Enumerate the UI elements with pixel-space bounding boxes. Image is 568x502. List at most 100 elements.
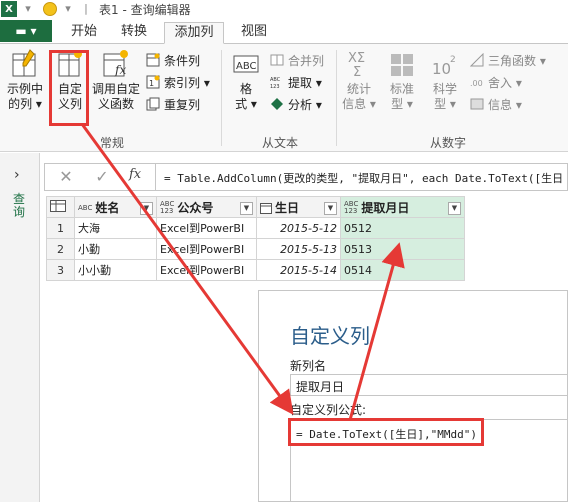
formula-bar: ✕ ✓ fx = Table.AddColumn(更改的类型, "提取月日", … (44, 163, 568, 191)
any-type-icon[interactable]: ABC 123 (344, 201, 358, 215)
filter-dropdown-icon[interactable]: ▼ (240, 201, 253, 215)
table-row: 1 大海 Excel到PowerBI 2015-5-12 0512 (46, 217, 465, 239)
information-label: 信息 ▾ (488, 97, 522, 112)
cell-birthday[interactable]: 2015-5-14 (256, 259, 341, 281)
extract-icon: ABC123 (270, 77, 281, 89)
index-column-label: 索引列 ▾ (164, 75, 210, 90)
ribbon-tab-bar: ▬ ▾ 开始 转换 添加列 视图 (0, 18, 568, 44)
new-column-name-input[interactable]: 提取月日 (290, 374, 568, 396)
row-number[interactable]: 1 (46, 217, 75, 239)
cell-name[interactable]: 大海 (74, 217, 157, 239)
svg-text:Σ: Σ (353, 65, 361, 80)
queries-pane-label[interactable]: 查询 (13, 193, 27, 219)
date-type-icon[interactable] (260, 202, 272, 214)
format-icon: ABC (233, 55, 259, 73)
column-header-label: 提取月日 (361, 200, 410, 215)
quick-access-customize-icon[interactable]: ▾ (61, 2, 75, 16)
trigonometry-button[interactable]: 三角函数 ▾ (470, 50, 546, 70)
column-header-label: 姓名 (95, 200, 120, 215)
triangle-icon (470, 53, 484, 67)
custom-column-dialog: 自定义列 新列名 提取月日 自定义列公式: = Date.ToText([生日]… (258, 290, 568, 502)
format-button[interactable]: ABC 格 式 ▾ (226, 48, 266, 112)
cell-extract-md[interactable]: 0513 (340, 238, 465, 260)
dialog-title: 自定义列 (290, 324, 370, 348)
parse-label: 分析 ▾ (288, 97, 322, 112)
file-menu-button[interactable]: ▬ ▾ (0, 20, 52, 42)
cell-account[interactable]: Excel到PowerBI (156, 217, 257, 239)
extract-label: 提取 ▾ (288, 75, 322, 90)
table-corner-menu[interactable] (46, 196, 75, 218)
column-header-extract-md[interactable]: ABC 123 提取月日 ▼ (340, 196, 465, 218)
table-row: 3 小小勤 Excel到PowerBI 2015-5-14 0514 (46, 259, 465, 281)
svg-text:ABC: ABC (270, 77, 281, 83)
group-label-general: 常规 (100, 136, 125, 150)
rounding-icon: .00 (470, 79, 483, 88)
title-bar: X ▾ ▾ | 表1 - 查询编辑器 (0, 0, 568, 18)
conditional-column-label: 条件列 (164, 53, 201, 68)
statistics-label: 统计 信息 ▾ (342, 82, 376, 111)
row-number[interactable]: 2 (46, 238, 75, 260)
standard-button[interactable]: 标准 型 ▾ (384, 48, 420, 112)
cell-birthday[interactable]: 2015-5-12 (256, 217, 341, 239)
filter-dropdown-icon[interactable]: ▼ (448, 201, 461, 215)
table-row: 2 小勤 Excel到PowerBI 2015-5-13 0513 (46, 238, 465, 260)
cell-account[interactable]: Excel到PowerBI (156, 238, 257, 260)
conditional-column-button[interactable]: 条件列 (146, 50, 200, 70)
column-from-examples-button[interactable]: 示例中 的列 ▾ (4, 48, 46, 112)
group-separator (221, 50, 222, 146)
svg-text:2: 2 (450, 55, 456, 65)
group-label-from-text: 从文本 (262, 136, 299, 150)
smiley-feedback-icon[interactable] (43, 2, 57, 16)
merge-columns-button[interactable]: 合并列 (270, 50, 324, 70)
new-column-name-label: 新列名 (290, 359, 327, 373)
column-header-account[interactable]: ABC 123 公众号 ▼ (156, 196, 257, 218)
annotation-box-custom-column (49, 50, 89, 126)
duplicate-column-button[interactable]: 重复列 (146, 94, 200, 114)
cell-extract-md[interactable]: 0512 (340, 217, 465, 239)
column-header-label: 生日 (275, 200, 300, 215)
extract-button[interactable]: ABC 123 提取 ▾ (270, 72, 322, 92)
parse-button[interactable]: 分析 ▾ (270, 94, 322, 114)
text-type-icon[interactable]: ABC (78, 204, 92, 212)
confirm-formula-icon[interactable]: ✓ (91, 167, 113, 187)
filter-dropdown-icon[interactable]: ▼ (140, 201, 153, 215)
excel-app-icon: X (1, 1, 17, 17)
any-type-icon[interactable]: ABC 123 (160, 201, 174, 215)
cell-account[interactable]: Excel到PowerBI (156, 259, 257, 281)
column-header-name[interactable]: ABC 姓名 ▼ (74, 196, 157, 218)
formula-text[interactable]: = Table.AddColumn(更改的类型, "提取月日", each Da… (164, 170, 563, 186)
tab-home[interactable]: 开始 (64, 22, 104, 44)
scientific-button[interactable]: 10 2 科学 型 ▾ (427, 48, 463, 112)
quick-access-separator-icon: | (84, 2, 88, 15)
rounding-button[interactable]: .00 舍入 ▾ (470, 72, 522, 92)
header-row: ABC 姓名 ▼ ABC 123 公众号 ▼ 生日 ▼ ABC 123 提取月日 ▼ (46, 196, 465, 218)
column-header-birthday[interactable]: 生日 ▼ (256, 196, 341, 218)
index-column-button[interactable]: 1 索引列 ▾ (146, 72, 210, 92)
cell-name[interactable]: 小勤 (74, 238, 157, 260)
merge-columns-icon (270, 54, 284, 66)
row-number[interactable]: 3 (46, 259, 75, 281)
quick-access-dropdown-icon[interactable]: ▾ (21, 2, 35, 16)
format-label: 格 式 ▾ (235, 82, 257, 111)
filter-dropdown-icon[interactable]: ▼ (324, 201, 337, 215)
svg-text:fx: fx (114, 63, 126, 77)
information-button[interactable]: 信息 ▾ (470, 94, 522, 114)
tab-add-column[interactable]: 添加列 (164, 22, 224, 44)
tab-transform[interactable]: 转换 (114, 22, 154, 44)
invoke-custom-function-icon: fx (103, 50, 128, 77)
cancel-formula-icon[interactable]: ✕ (55, 167, 77, 187)
formula-bar-divider (155, 164, 156, 190)
cell-name[interactable]: 小小勤 (74, 259, 157, 281)
sigma-icon: XΣΣ (348, 51, 365, 80)
cell-extract-md[interactable]: 0514 (340, 259, 465, 281)
merge-columns-label: 合并列 (288, 53, 325, 68)
expand-queries-chevron-icon[interactable]: › (14, 167, 20, 183)
column-from-examples-label: 示例中 的列 ▾ (6, 82, 43, 111)
tab-view[interactable]: 视图 (234, 22, 274, 44)
statistics-button[interactable]: XΣ Σ 统计 信息 ▾ (342, 48, 376, 112)
svg-text:1: 1 (149, 79, 154, 88)
annotation-box-formula (288, 418, 484, 446)
invoke-custom-function-button[interactable]: fx 调用自定 义函数 (90, 48, 142, 112)
svg-text:123: 123 (270, 84, 280, 89)
cell-birthday[interactable]: 2015-5-13 (256, 238, 341, 260)
